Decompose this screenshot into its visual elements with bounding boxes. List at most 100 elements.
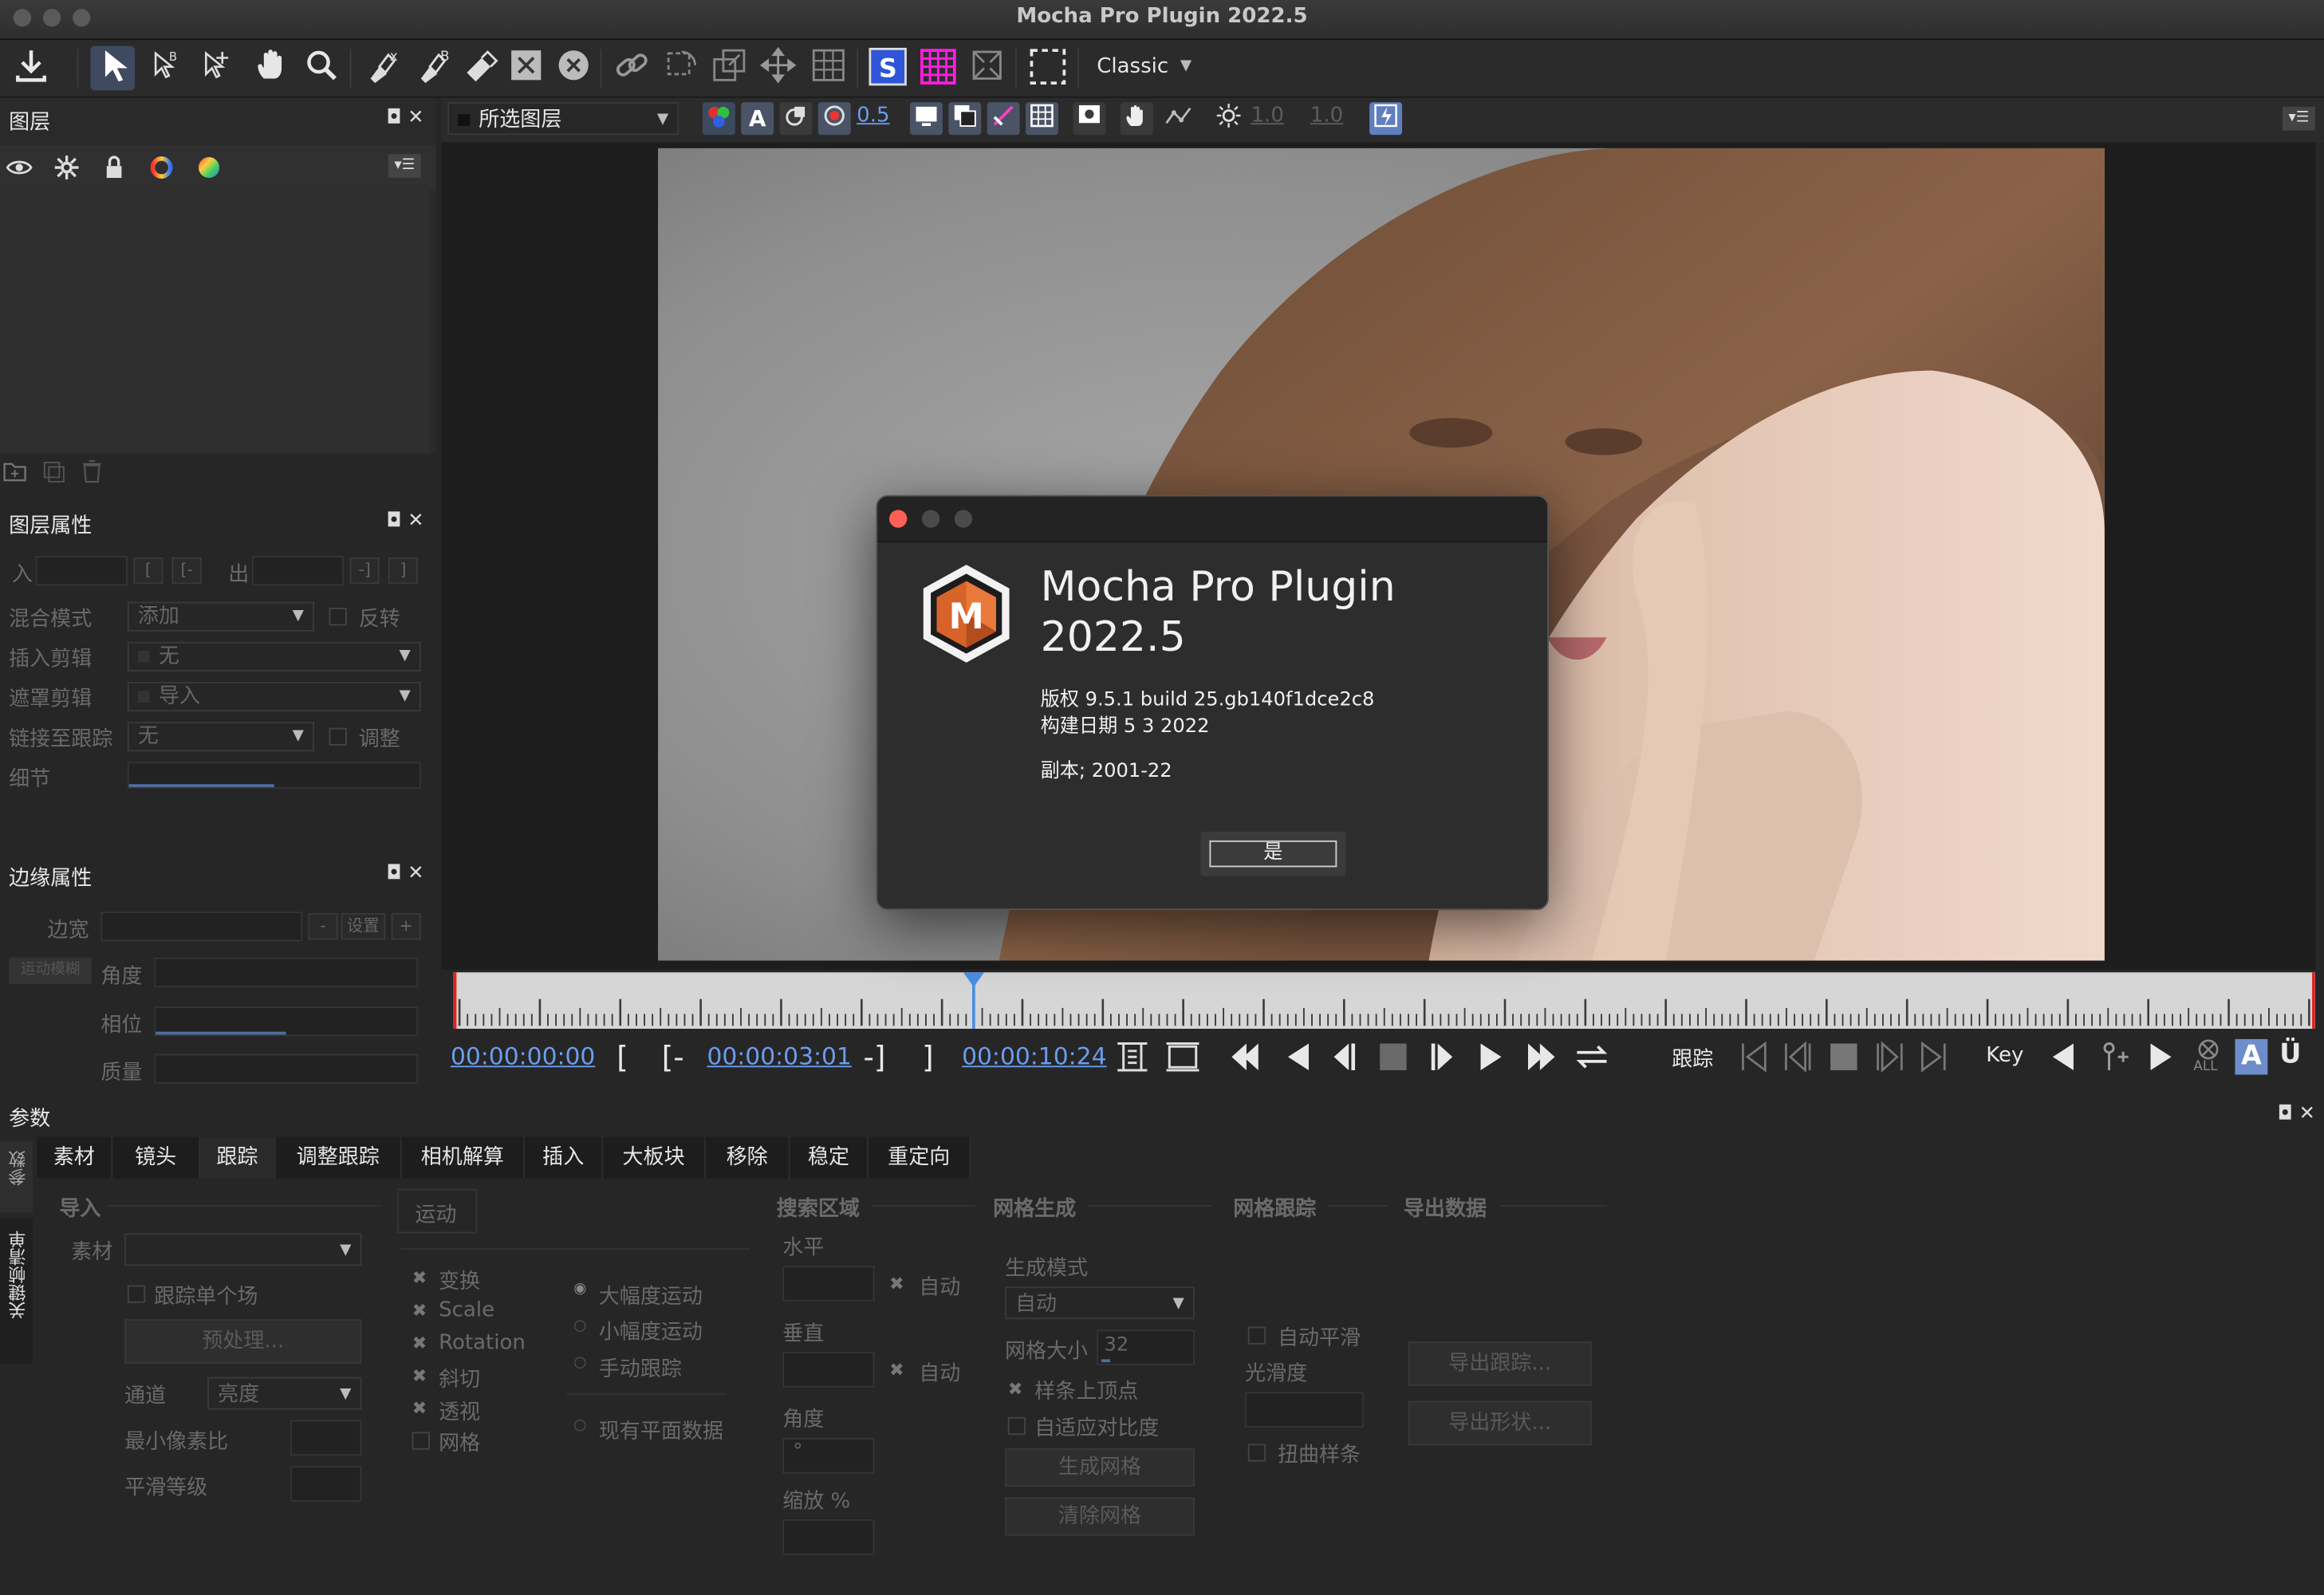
search-angle-field[interactable]: ° bbox=[782, 1437, 875, 1474]
grid-magenta-icon[interactable] bbox=[916, 46, 960, 91]
layers-menu-icon[interactable]: ▾☰ bbox=[388, 154, 421, 179]
overlay-icon[interactable] bbox=[779, 102, 813, 136]
goto-end-icon[interactable] bbox=[1523, 1039, 1559, 1075]
insert-clip-select[interactable]: 无 ▼ bbox=[127, 641, 421, 671]
tab-adjust-track[interactable]: 调整跟踪 bbox=[275, 1136, 402, 1179]
add-point-icon[interactable]: B bbox=[142, 46, 187, 91]
add-point-plus-icon[interactable] bbox=[193, 46, 238, 91]
edge-angle-field[interactable] bbox=[154, 957, 419, 987]
smoothing-field[interactable] bbox=[290, 1466, 362, 1502]
check-mark-icon[interactable]: ✖ bbox=[889, 1359, 904, 1380]
panel-controls[interactable]: ◘ ✕ bbox=[386, 863, 423, 885]
track-stop-icon[interactable] bbox=[1826, 1039, 1862, 1075]
tab-megaplate[interactable]: 大板块 bbox=[603, 1136, 706, 1179]
edge-width-field[interactable] bbox=[100, 912, 303, 942]
check-mark-icon[interactable]: ✖ bbox=[412, 1365, 427, 1386]
workspace-select[interactable]: Classic ▼ bbox=[1088, 50, 1201, 86]
mesh-mode-select[interactable]: 自动 ▼ bbox=[1004, 1286, 1195, 1320]
play-backward-icon[interactable] bbox=[1281, 1039, 1317, 1075]
track-step-back-icon[interactable] bbox=[1782, 1039, 1818, 1075]
viewer-menu-icon[interactable]: ▾☰ bbox=[2282, 106, 2315, 131]
next-key-icon[interactable] bbox=[2143, 1039, 2179, 1075]
duplicate-layer-icon[interactable] bbox=[41, 459, 65, 483]
bezier-pen-icon[interactable]: B bbox=[412, 46, 457, 91]
panel-controls[interactable]: ◘ ✕ bbox=[386, 510, 423, 532]
timecode-start[interactable]: 00:00:00:00 bbox=[451, 1041, 595, 1073]
magnifier-view-icon[interactable] bbox=[1073, 102, 1106, 136]
fit-inout-icon[interactable] bbox=[1115, 1039, 1151, 1075]
vertical-field[interactable] bbox=[782, 1352, 875, 1388]
check-mark-icon[interactable]: ✖ bbox=[412, 1333, 427, 1353]
ok-button[interactable]: 是 bbox=[1200, 831, 1346, 876]
layer-list[interactable] bbox=[0, 189, 430, 454]
tab-camera-solve[interactable]: 相机解算 bbox=[401, 1136, 525, 1179]
blend-mode-select[interactable]: 添加 ▼ bbox=[127, 601, 314, 632]
radio-icon[interactable]: ○ bbox=[573, 1317, 586, 1333]
mesh-size-field[interactable]: 32 bbox=[1097, 1329, 1195, 1365]
trash-icon[interactable] bbox=[80, 459, 104, 483]
clear-mesh-button[interactable]: 清除网格 bbox=[1004, 1497, 1195, 1536]
grid-icon[interactable] bbox=[806, 46, 851, 91]
link-track-select[interactable]: 无 ▼ bbox=[127, 722, 314, 752]
layer-view-select[interactable]: 所选图层 ▼ bbox=[447, 102, 679, 136]
dotted-rect-icon[interactable] bbox=[1026, 46, 1070, 91]
dialog-close-button[interactable] bbox=[889, 510, 908, 528]
gamma-value[interactable]: 1.0 bbox=[1310, 104, 1343, 128]
side-tab-params[interactable]: 参数 bbox=[0, 1141, 33, 1213]
adjust-checkbox[interactable] bbox=[329, 727, 347, 746]
s-surface-icon[interactable]: S bbox=[865, 46, 910, 91]
export-tracking-button[interactable]: 导出跟踪... bbox=[1408, 1341, 1592, 1386]
spline-color-icon[interactable] bbox=[987, 102, 1020, 136]
warp-spline-checkbox[interactable] bbox=[1247, 1443, 1266, 1462]
x-spline-pen-icon[interactable]: x bbox=[361, 46, 406, 91]
tab-insert[interactable]: 插入 bbox=[524, 1136, 604, 1179]
eraser-icon[interactable] bbox=[458, 46, 502, 91]
tab-reorient[interactable]: 重定向 bbox=[869, 1136, 971, 1179]
prev-key-icon[interactable] bbox=[2046, 1039, 2082, 1075]
stop-icon[interactable] bbox=[1376, 1039, 1412, 1075]
zoom-timeline-icon[interactable] bbox=[1165, 1039, 1201, 1075]
set-out-bracket-button[interactable]: ] bbox=[910, 1038, 946, 1076]
set-in-button[interactable]: [ bbox=[133, 557, 163, 585]
generate-mesh-button[interactable]: 生成网格 bbox=[1004, 1447, 1195, 1487]
pan-lock-icon[interactable] bbox=[1120, 102, 1153, 136]
mesh-checkbox[interactable] bbox=[412, 1432, 430, 1450]
alpha-a-icon[interactable]: A bbox=[741, 102, 774, 136]
set-out-button[interactable]: ] bbox=[388, 557, 419, 585]
step-forward-icon[interactable] bbox=[1426, 1039, 1462, 1075]
rotate-icon[interactable] bbox=[658, 46, 703, 91]
x-box-icon[interactable] bbox=[504, 46, 549, 91]
goto-out-button[interactable]: -] bbox=[857, 1038, 892, 1076]
single-field-checkbox[interactable] bbox=[127, 1285, 146, 1303]
select-arrow-icon[interactable] bbox=[90, 45, 136, 91]
play-forward-icon[interactable] bbox=[1473, 1039, 1509, 1075]
radio-icon[interactable]: ○ bbox=[573, 1355, 586, 1371]
tab-stabilize[interactable]: 稳定 bbox=[790, 1136, 869, 1179]
color-ring-icon[interactable] bbox=[148, 154, 175, 180]
edge-quality-field[interactable] bbox=[154, 1053, 419, 1084]
eye-icon[interactable] bbox=[6, 154, 33, 180]
x-circle-icon[interactable] bbox=[551, 46, 596, 91]
track-step-forward-icon[interactable] bbox=[1870, 1039, 1906, 1075]
goto-start-icon[interactable] bbox=[1227, 1039, 1263, 1075]
track-backward-icon[interactable] bbox=[1737, 1039, 1773, 1075]
timeline-ruler[interactable] bbox=[453, 972, 2315, 1029]
edge-width-minus-button[interactable]: - bbox=[308, 912, 338, 940]
edge-width-plus-button[interactable]: + bbox=[391, 912, 421, 940]
dialog-minimize-button[interactable] bbox=[921, 510, 940, 528]
invert-checkbox[interactable] bbox=[329, 608, 347, 626]
delete-all-keys-icon[interactable] bbox=[2193, 1038, 2223, 1061]
export-shape-button[interactable]: 导出形状... bbox=[1408, 1400, 1592, 1446]
link-icon[interactable] bbox=[609, 46, 654, 91]
check-mark-icon[interactable]: ✖ bbox=[1008, 1379, 1023, 1400]
goto-out-button[interactable]: -] bbox=[349, 557, 380, 585]
adaptive-contrast-checkbox[interactable] bbox=[1007, 1416, 1026, 1436]
check-mark-icon[interactable]: ✖ bbox=[889, 1274, 904, 1294]
tab-lens[interactable]: 镜头 bbox=[112, 1136, 200, 1179]
timecode-current[interactable]: 00:00:03:01 bbox=[707, 1041, 851, 1073]
motion-blur-button[interactable]: 运动模糊 bbox=[9, 957, 93, 985]
out-field[interactable] bbox=[251, 556, 345, 586]
new-folder-icon[interactable] bbox=[3, 459, 27, 483]
tab-clip[interactable]: 素材 bbox=[37, 1136, 113, 1179]
goto-in-button[interactable]: [- bbox=[171, 557, 202, 585]
